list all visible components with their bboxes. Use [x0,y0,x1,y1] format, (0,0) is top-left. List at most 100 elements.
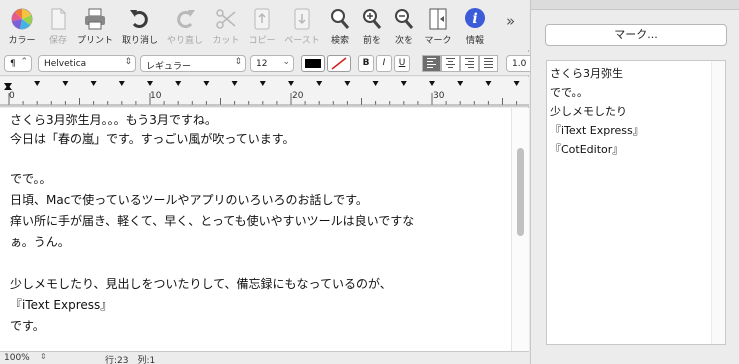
chevron-updown-icon[interactable]: ⇕ [40,352,47,361]
toolbar-paste-label: ペースト [284,36,320,46]
toolbar-cut-button[interactable]: カット [206,4,246,48]
toolbar-cut-label: カット [212,36,240,46]
toolbar-undo-label: 取り消し [121,36,158,46]
toolbar-copy-button[interactable]: コピー [242,4,282,48]
panel-title-bar [531,0,739,10]
toolbar-redo-button[interactable]: やり直し [165,4,205,48]
toolbar-print-button[interactable]: プリント [75,4,115,48]
document-line: 日頃、Macで使っているツールやアプリのいろいろのお話しです。 [10,193,368,207]
toolbar-print-label: プリント [76,36,113,46]
mark-button[interactable]: マーク... [545,24,727,46]
document-line: 今日は「春の嵐」です。すっごい風が吹っています。 [10,132,295,146]
background-color-well[interactable] [327,55,351,72]
chevron-down-icon: ⌃ [20,57,28,67]
align-left-button[interactable] [422,55,441,72]
tab-stop-marker [175,81,182,86]
document-line: でで。。 [10,172,52,186]
tab-stop-marker [231,81,238,86]
chevron-updown-icon: ⇕ [234,57,242,67]
text-color-swatch [305,59,321,68]
tab-stop-marker [485,81,492,86]
mark-list-item[interactable]: 『CotEditor』 [550,141,623,157]
ruler-mark-20: 20 [292,91,304,101]
line-spacing-value: 1.0 [512,59,527,69]
undo-icon [120,4,160,32]
marks-list[interactable]: さくら3月弥生 でで。。 少しメモしたり 『iText Express』 『Co… [546,60,726,345]
zoom-level[interactable]: 100% [4,353,30,363]
mark-icon [418,4,458,32]
toolbar-overflow-button[interactable]: » [506,12,515,30]
toolbar-save-label: 保存 [48,36,67,46]
chevron-updown-icon: ⇕ [124,57,132,67]
document-line: ぁ。うん。 [10,235,70,249]
marks-list-scrollbar[interactable] [711,61,725,344]
toolbar-save-button[interactable]: 保存 [38,4,78,48]
ruler-mark-0: 0 [9,91,15,101]
ruler-ticks [0,81,529,106]
tab-stop-marker [147,81,153,86]
paste-icon [282,4,322,32]
format-bar: ¶ ⌃ Helvetica ⇕ レギュラー ⇕ 12 ⌄ B I U 1.0 [0,52,536,76]
toolbar-copy-label: コピー [248,36,276,46]
toolbar-color-button[interactable]: カラー [2,4,42,48]
left-indent-marker [4,85,12,90]
info-icon: i [455,4,495,32]
color-wheel-icon [2,4,42,32]
document-line: さくら3月弥生月。。。もう3月ですね。 [10,113,217,127]
paragraph-icon: ¶ [10,59,16,69]
document-line: 『iText Express』 [10,298,113,312]
document-scrollbar-thumb[interactable] [517,148,524,236]
align-justify-button[interactable] [479,55,498,72]
document-line: です。 [10,319,45,333]
toolbar-color-label: カラー [8,36,36,46]
save-icon [38,4,78,32]
toolbar-redo-label: やり直し [166,36,203,46]
document-scrollbar[interactable] [511,108,529,351]
mark-list-item[interactable]: でで。。 [550,84,588,100]
tab-stop-marker [344,81,351,86]
toolbar: カラー 保存 プリント 取り消し やり直し カット コピー ペースト 検索 前を… [0,0,529,50]
font-size-select[interactable]: 12 ⌄ [250,55,294,72]
font-style-select[interactable]: レギュラー ⇕ [140,55,246,72]
text-color-well[interactable] [301,55,325,72]
no-color-icon [331,57,347,70]
tab-stop-marker [316,81,323,86]
mark-list-item[interactable]: 少しメモしたり [550,103,627,119]
chevron-down-icon: ⌄ [282,57,290,67]
toolbar-info-button[interactable]: i 情報 [455,4,495,48]
tab-stop-marker [429,81,435,86]
tab-stop-marker [62,81,69,86]
document-line: 少しメモしたり、見出しをついたりして、備忘録にもなっているのが、 [10,277,392,291]
mark-list-item[interactable]: さくら3月弥生 [550,65,623,81]
align-right-button[interactable] [460,55,479,72]
tab-stop-marker [400,81,407,86]
svg-text:i: i [472,11,477,27]
printer-icon [75,4,115,32]
bold-button[interactable]: B [358,55,374,72]
paragraph-style-select[interactable]: ¶ ⌃ [4,55,32,72]
status-bar: 100% ⇕ 行:23 列:1 [0,351,529,364]
tab-stop-marker [90,81,97,86]
tab-stop-marker [372,81,379,86]
toolbar-mark-label: マーク [424,36,452,46]
tab-stop-marker [457,81,464,86]
italic-button[interactable]: I [376,55,392,72]
toolbar-mark-button[interactable]: マーク [418,4,458,48]
tab-stop-marker [34,81,41,86]
ruler[interactable]: 0 10 20 30 [0,77,529,107]
font-family-select[interactable]: Helvetica ⇕ [38,55,136,72]
tab-stop-marker [203,81,210,86]
underline-button[interactable]: U [394,55,410,72]
document-text-area[interactable]: さくら3月弥生月。。。もう3月ですね。 今日は「春の嵐」です。すっごい風が吹って… [0,108,511,351]
align-center-button[interactable] [441,55,460,72]
tab-stop-marker [259,81,266,86]
toolbar-info-label: 情報 [465,36,484,46]
toolbar-undo-button[interactable]: 取り消し [120,4,160,48]
tab-stop-marker [288,81,294,86]
tab-stop-marker [513,81,520,86]
toolbar-paste-button[interactable]: ペースト [282,4,322,48]
font-size-value: 12 [256,59,268,69]
mark-list-item[interactable]: 『iText Express』 [550,122,644,138]
cursor-position: 行:23 列:1 [105,356,156,364]
copy-icon [242,4,282,32]
